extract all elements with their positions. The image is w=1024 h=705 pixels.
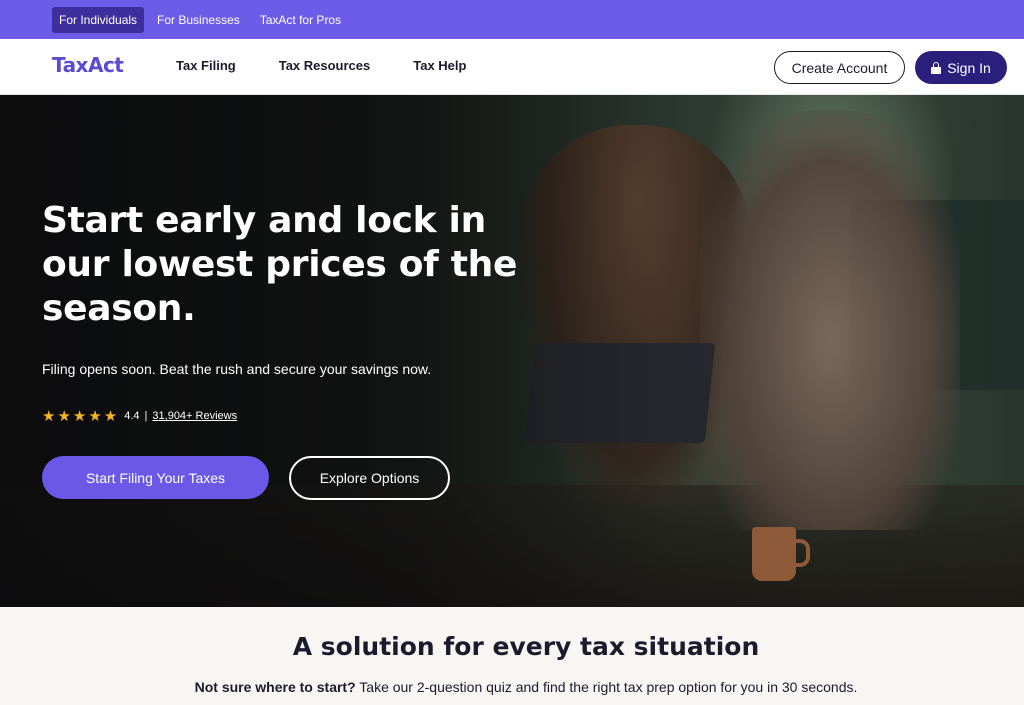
nav-item-tax-filing[interactable]: Tax Filing xyxy=(176,58,236,73)
reviews-link[interactable]: 31,904+ Reviews xyxy=(152,410,237,422)
nav-item-tax-resources[interactable]: Tax Resources xyxy=(279,58,371,73)
rating-summary: ★★★★★ 4.4 | 31,904+ Reviews xyxy=(42,407,237,425)
solutions-text: Take our 2-question quiz and find the ri… xyxy=(355,679,858,695)
tab-for-individuals[interactable]: For Individuals xyxy=(52,6,145,33)
hero-overlay xyxy=(0,95,1024,607)
nav-links: Tax Filing Tax Resources Tax Help xyxy=(176,58,466,73)
hero-banner: Start early and lock in our lowest price… xyxy=(0,95,1024,607)
taxact-logo[interactable]: TaxAct xyxy=(52,53,124,77)
rating-value: 4.4 xyxy=(124,410,140,422)
solutions-subtitle: Not sure where to start? Take our 2-ques… xyxy=(0,679,1024,695)
nav-item-tax-help[interactable]: Tax Help xyxy=(413,58,466,73)
sign-in-label: Sign In xyxy=(947,59,991,76)
star-rating-icon: ★★★★★ xyxy=(42,408,120,425)
audience-switcher: For Individuals For Businesses TaxAct fo… xyxy=(0,0,1024,39)
hero-title: Start early and lock in our lowest price… xyxy=(42,200,518,329)
explore-options-button[interactable]: Explore Options xyxy=(289,456,450,500)
create-account-button[interactable]: Create Account xyxy=(774,51,905,84)
solutions-lead: Not sure where to start? xyxy=(194,679,356,695)
sign-in-button[interactable]: Sign In xyxy=(915,51,1007,84)
main-nav: TaxAct Tax Filing Tax Resources Tax Help… xyxy=(0,39,1024,95)
solutions-title: A solution for every tax situation xyxy=(292,632,760,661)
tab-taxact-for-pros[interactable]: TaxAct for Pros xyxy=(253,7,348,33)
lock-icon xyxy=(931,62,942,74)
tab-for-businesses[interactable]: For Businesses xyxy=(150,7,247,33)
rating-divider: | xyxy=(144,410,148,422)
start-filing-button[interactable]: Start Filing Your Taxes xyxy=(42,456,269,499)
hero-subtitle: Filing opens soon. Beat the rush and sec… xyxy=(42,361,432,377)
